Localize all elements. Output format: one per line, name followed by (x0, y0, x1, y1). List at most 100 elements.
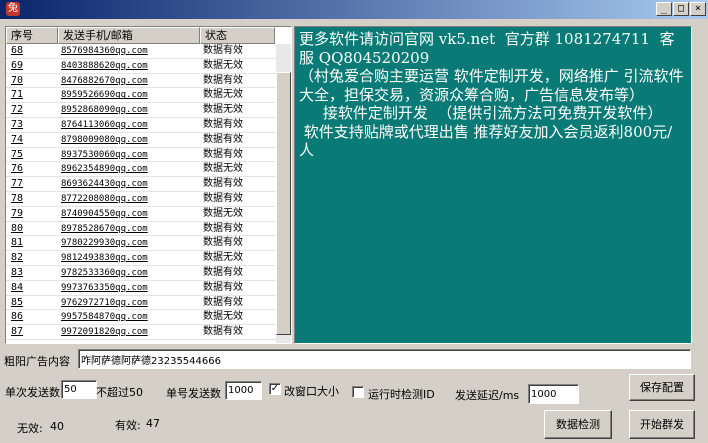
table-row[interactable]: 70 8476882670qq.com 数据有效 (6, 74, 276, 89)
row-status: 数据有效 (203, 326, 243, 338)
list-scrollbar[interactable] (276, 44, 291, 343)
row-status: 数据有效 (203, 74, 243, 86)
table-row[interactable]: 79 8740904550qq.com 数据无效 (6, 207, 276, 222)
runtime-detect-checkbox[interactable] (352, 386, 364, 398)
table-row[interactable]: 78 8772208080qq.com 数据有效 (6, 192, 276, 207)
row-contact: 9973763350qq.com (61, 282, 148, 293)
valid-count-label: 有效: (115, 419, 141, 432)
row-status: 数据有效 (203, 133, 243, 145)
table-row[interactable]: 80 8978528670qq.com 数据有效 (6, 222, 276, 237)
table-row[interactable]: 72 8952868090qq.com 数据无效 (6, 103, 276, 118)
ad-content-input[interactable] (78, 349, 691, 369)
resize-window-checkbox[interactable]: ✓ (269, 383, 281, 395)
row-index: 77 (11, 178, 24, 190)
row-status: 数据无效 (203, 163, 243, 175)
start-broadcast-button[interactable]: 开始群发 (629, 410, 695, 439)
row-contact: 8693624430qq.com (61, 179, 148, 190)
row-contact: 8764113060qq.com (61, 119, 148, 130)
runtime-detect-label[interactable]: 运行时检测ID (368, 386, 435, 402)
table-row[interactable]: 81 9780229930qq.com 数据有效 (6, 236, 276, 252)
table-row[interactable]: 82 9812493830qq.com 数据无效 (6, 251, 276, 266)
batch-count-label: 单次发送数 (5, 386, 60, 399)
table-row[interactable]: 86 9957584870qq.com 数据无效 (6, 310, 276, 326)
resize-window-label[interactable]: 改窗口大小 (284, 383, 339, 399)
list-rows: 68 8576984360qq.com 数据有效 69 8403888620qq.com… (6, 44, 276, 340)
row-index: 80 (11, 222, 24, 234)
invalid-count-value: 40 (50, 420, 64, 433)
row-index: 68 (11, 45, 24, 56)
row-index: 78 (11, 192, 24, 204)
row-contact: 8978528670qq.com (61, 223, 148, 234)
row-index: 87 (11, 326, 24, 338)
row-status: 数据无效 (203, 104, 243, 116)
data-check-button[interactable]: 数据检测 (544, 410, 612, 439)
row-contact: 8740904550qq.com (61, 208, 148, 219)
table-row[interactable]: 74 8798009080qq.com 数据有效 (6, 133, 276, 148)
row-contact: 8962354890qq.com (61, 164, 148, 175)
row-index: 72 (11, 104, 24, 116)
row-contact: 9780229930qq.com (61, 238, 148, 249)
send-delay-input[interactable] (528, 384, 579, 404)
maximize-button[interactable]: □ (673, 2, 689, 16)
row-contact: 8937530060qq.com (61, 149, 148, 160)
column-header-contact[interactable]: 发送手机/邮箱 (58, 27, 200, 44)
table-row[interactable]: 77 8693624430qq.com 数据有效 (6, 177, 276, 192)
row-index: 76 (11, 163, 24, 175)
row-status: 数据无效 (203, 311, 243, 323)
row-status: 数据有效 (203, 192, 243, 204)
batch-limit-hint: 不超过50 (96, 386, 143, 399)
table-row[interactable]: 71 8959526690qq.com 数据无效 (6, 88, 276, 104)
app-icon: 兔 (6, 2, 20, 16)
table-row[interactable]: 68 8576984360qq.com 数据有效 (6, 44, 276, 59)
row-index: 69 (11, 59, 24, 71)
scrollbar-thumb[interactable] (276, 71, 291, 335)
row-status: 数据有效 (203, 296, 243, 308)
table-row[interactable]: 84 9973763350qq.com 数据有效 (6, 281, 276, 296)
row-status: 数据有效 (203, 237, 243, 249)
row-status: 数据无效 (203, 252, 243, 264)
contact-list[interactable]: 序号 发送手机/邮箱 状态 68 8576984360qq.com 数据有效 69 84… (5, 26, 292, 344)
close-button[interactable]: × (690, 2, 706, 16)
batch-count-input[interactable] (61, 380, 97, 399)
table-row[interactable]: 85 9762972710qq.com 数据有效 (6, 296, 276, 311)
row-index: 79 (11, 207, 24, 219)
row-index: 81 (11, 237, 24, 249)
column-header-index[interactable]: 序号 (6, 27, 58, 44)
list-header: 序号 发送手机/邮箱 状态 (6, 27, 291, 44)
column-header-status[interactable]: 状态 (200, 27, 275, 44)
row-index: 74 (11, 133, 24, 145)
table-row[interactable]: 76 8962354890qq.com 数据无效 (6, 162, 276, 178)
row-index: 82 (11, 252, 24, 264)
row-contact: 8403888620qq.com (61, 60, 148, 71)
row-index: 85 (11, 296, 24, 308)
row-status: 数据有效 (203, 45, 243, 56)
row-status: 数据无效 (203, 89, 243, 101)
row-contact: 8952868090qq.com (61, 105, 148, 116)
row-contact: 8959526690qq.com (61, 90, 148, 101)
minimize-button[interactable]: _ (656, 2, 672, 16)
table-row[interactable]: 83 9782533360qq.com 数据有效 (6, 266, 276, 281)
row-status: 数据无效 (203, 59, 243, 71)
row-index: 70 (11, 74, 24, 86)
row-contact: 9957584870qq.com (61, 312, 148, 323)
info-panel: 更多软件请访问官网 vk5.net 官方群 1081274711 客服 QQ80… (294, 26, 692, 344)
row-index: 75 (11, 148, 24, 160)
row-contact: 9972091820qq.com (61, 327, 148, 338)
row-index: 84 (11, 281, 24, 293)
single-count-label: 单号发送数 (166, 387, 221, 400)
single-count-input[interactable] (225, 381, 262, 400)
valid-count-value: 47 (146, 417, 160, 430)
table-row[interactable]: 87 9972091820qq.com 数据有效 (6, 325, 276, 340)
table-row[interactable]: 75 8937530060qq.com 数据有效 (6, 148, 276, 163)
invalid-count-label: 无效: (17, 422, 43, 435)
row-status: 数据有效 (203, 148, 243, 160)
save-config-button[interactable]: 保存配置 (629, 374, 695, 401)
table-row[interactable]: 69 8403888620qq.com 数据无效 (6, 59, 276, 74)
row-index: 83 (11, 266, 24, 278)
row-contact: 8798009080qq.com (61, 134, 148, 145)
table-row[interactable]: 73 8764113060qq.com 数据有效 (6, 118, 276, 133)
row-contact: 8576984360qq.com (61, 46, 148, 56)
row-index: 71 (11, 89, 24, 101)
title-bar[interactable]: 兔 _ □ × (0, 0, 708, 19)
row-contact: 8772208080qq.com (61, 193, 148, 204)
